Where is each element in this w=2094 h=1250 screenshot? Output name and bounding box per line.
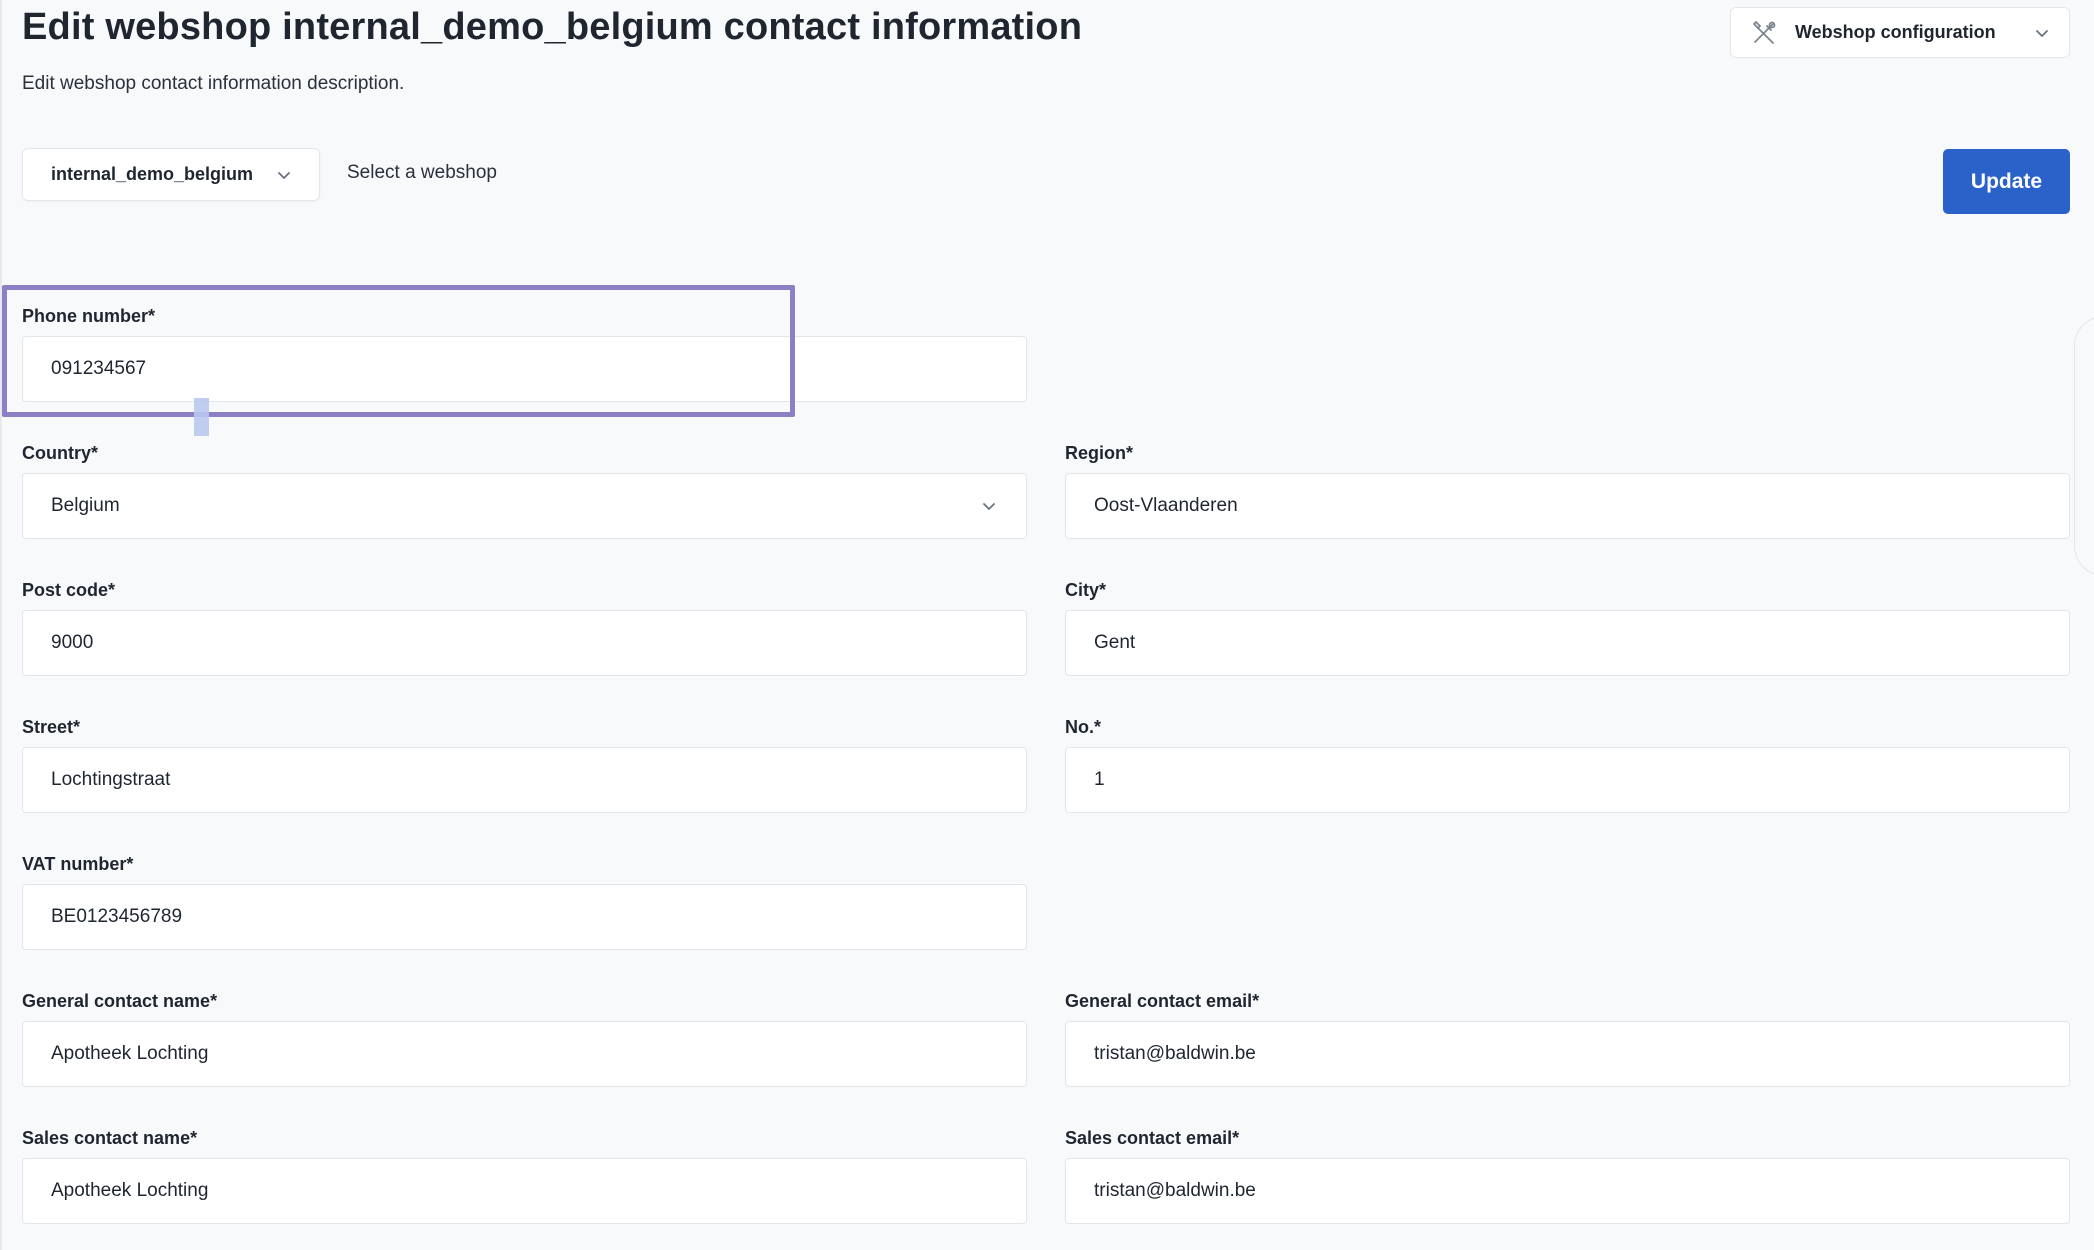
- vat-number-label: VAT number*: [22, 854, 134, 874]
- general-contact-email-input[interactable]: tristan@baldwin.be: [1065, 1021, 2070, 1087]
- update-button[interactable]: Update: [1943, 149, 2070, 214]
- street-value: Lochtingstraat: [51, 769, 171, 790]
- sales-contact-email-input[interactable]: tristan@baldwin.be: [1065, 1158, 2070, 1224]
- side-panel-tab[interactable]: [2074, 316, 2094, 576]
- webshop-select[interactable]: internal_demo_belgium: [22, 148, 320, 201]
- house-number-input[interactable]: 1: [1065, 747, 2070, 813]
- sales-contact-email-value: tristan@baldwin.be: [1094, 1180, 1256, 1201]
- sales-contact-name-input[interactable]: Apotheek Lochting: [22, 1158, 1027, 1224]
- chevron-down-icon: [2033, 24, 2051, 42]
- webshop-configuration-dropdown[interactable]: Webshop configuration: [1730, 7, 2070, 58]
- region-value: Oost-Vlaanderen: [1094, 495, 1238, 516]
- general-contact-name-input[interactable]: Apotheek Lochting: [22, 1021, 1027, 1087]
- city-value: Gent: [1094, 632, 1136, 653]
- vat-number-value: BE0123456789: [51, 906, 183, 927]
- webshop-select-hint: Select a webshop: [347, 162, 497, 183]
- country-label: Country*: [22, 443, 98, 463]
- phone-number-label: Phone number*: [22, 306, 156, 326]
- page-title: Edit webshop internal_demo_belgium conta…: [22, 6, 1083, 48]
- house-number-value: 1: [1094, 769, 1105, 790]
- phone-number-value: 091234567: [51, 358, 147, 379]
- post-code-label: Post code*: [22, 580, 116, 600]
- phone-number-input[interactable]: 091234567: [22, 336, 1027, 402]
- tools-icon: [1749, 18, 1779, 48]
- general-contact-email-value: tristan@baldwin.be: [1094, 1043, 1256, 1064]
- house-number-label: No.*: [1065, 717, 1101, 737]
- chevron-down-icon: [275, 166, 293, 184]
- vat-number-input[interactable]: BE0123456789: [22, 884, 1027, 950]
- region-input[interactable]: Oost-Vlaanderen: [1065, 473, 2070, 539]
- edit-contact-page: Edit webshop internal_demo_belgium conta…: [0, 0, 2094, 1250]
- general-contact-email-label: General contact email*: [1065, 991, 1260, 1011]
- post-code-input[interactable]: 9000: [22, 610, 1027, 676]
- sales-contact-name-label: Sales contact name*: [22, 1128, 198, 1148]
- country-value: Belgium: [51, 495, 120, 516]
- sales-contact-email-label: Sales contact email*: [1065, 1128, 1240, 1148]
- sales-contact-name-value: Apotheek Lochting: [51, 1180, 209, 1201]
- country-select[interactable]: Belgium: [22, 473, 1027, 539]
- region-label: Region*: [1065, 443, 1134, 463]
- webshop-select-value: internal_demo_belgium: [51, 164, 254, 184]
- street-label: Street*: [22, 717, 81, 737]
- text-cursor-marker: [194, 398, 209, 436]
- page-description: Edit webshop contact information descrip…: [22, 73, 405, 94]
- webshop-configuration-label: Webshop configuration: [1795, 22, 1996, 42]
- general-contact-name-label: General contact name*: [22, 991, 218, 1011]
- general-contact-name-value: Apotheek Lochting: [51, 1043, 209, 1064]
- post-code-value: 9000: [51, 632, 94, 653]
- chevron-down-icon: [980, 497, 998, 515]
- street-input[interactable]: Lochtingstraat: [22, 747, 1027, 813]
- city-label: City*: [1065, 580, 1107, 600]
- city-input[interactable]: Gent: [1065, 610, 2070, 676]
- left-divider: [0, 0, 2, 1250]
